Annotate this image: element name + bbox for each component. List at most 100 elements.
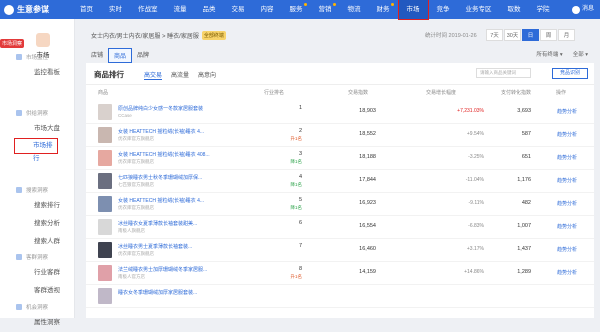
product-name-link[interactable]: 法兰绒睡衣男士加厚珊瑚绒冬季家居服... <box>118 266 228 273</box>
sidebar-item[interactable]: 市场排行 <box>14 138 58 162</box>
sidebar-item[interactable]: 搜索分析 <box>0 215 75 233</box>
trade-index: 18,552 <box>359 131 376 137</box>
nav-item-11[interactable]: 市场 <box>397 0 429 20</box>
product-thumbnail[interactable] <box>98 196 112 212</box>
sidebar-item[interactable]: 属性洞察 <box>0 314 75 332</box>
product-name-link[interactable]: 冰丝睡衣男士夏季薄款长袖套装... <box>118 243 228 250</box>
table-row: 七匹狼睡衣男士秋冬季珊瑚绒加厚保... 七匹狼官方旗舰店 4 降1名 17,844 -11… <box>86 170 594 193</box>
sidebar-item[interactable]: 行业客群 <box>0 264 75 282</box>
product-name-link[interactable]: 女装 HEATTECH 摇粒绒(长袖)睡衣 4... <box>118 128 228 135</box>
product-thumbnail[interactable] <box>98 288 112 304</box>
conversion-index: 3,693 <box>517 108 531 114</box>
group-title-text: 机会洞察 <box>26 305 49 311</box>
range-tab[interactable]: 月 <box>558 29 575 41</box>
column-header: 操作 <box>556 90 567 96</box>
column-header: 支付转化指数 <box>501 90 532 96</box>
product-search-input[interactable]: 请输入商品关键词 <box>476 68 531 78</box>
group-icon <box>16 110 22 116</box>
group-title-text: 搜索洞察 <box>26 188 49 194</box>
product-thumbnail[interactable] <box>98 242 112 258</box>
filter-dropdown[interactable]: 全部 ▾ <box>573 50 588 58</box>
ranking-type-tabs: 店铺 商品 品牌 <box>86 48 154 63</box>
filter-dropdown[interactable]: 所有终端 ▾ <box>536 50 562 58</box>
group-title-text: 客群洞察 <box>26 255 49 261</box>
sidebar-item[interactable]: 搜索人群 <box>0 233 75 251</box>
user-menu[interactable]: 消息 <box>571 0 594 19</box>
nav-item-15[interactable]: 学院 <box>529 0 558 19</box>
trade-growth: +14.86% <box>464 269 484 275</box>
trend-analysis-link[interactable]: 趋势分析 <box>557 154 577 161</box>
sidebar-item[interactable]: 客群透视 <box>0 282 75 300</box>
trade-index: 16,923 <box>359 200 376 206</box>
trend-analysis-link[interactable]: 趋势分析 <box>557 177 577 184</box>
nav-item-6[interactable]: 内容 <box>253 0 282 19</box>
product-thumbnail[interactable] <box>98 219 112 235</box>
product-thumbnail[interactable] <box>98 265 112 281</box>
nav-item-1[interactable]: 实时 <box>101 0 130 19</box>
product-thumbnail[interactable] <box>98 127 112 143</box>
sidebar-group-title: 搜索洞察 <box>0 183 75 197</box>
table-header: 商品 行业排名 交易指数 交易增长幅度 支付转化指数 操作 <box>86 89 594 99</box>
nav-item-8[interactable]: 营销 <box>311 0 340 19</box>
product-thumbnail[interactable] <box>98 173 112 189</box>
trade-index: 17,844 <box>359 177 376 183</box>
product-name-link[interactable]: 女装 HEATTECH 摇粒绒(长袖)睡衣 4... <box>118 197 228 204</box>
trend-analysis-link[interactable]: 趋势分析 <box>557 246 577 253</box>
product-thumbnail[interactable] <box>98 150 112 166</box>
conversion-index: 1,007 <box>517 223 531 229</box>
range-tab[interactable]: 7天 <box>486 29 503 41</box>
product-thumbnail[interactable] <box>98 104 112 120</box>
app-logo[interactable]: 生意参谋 <box>0 4 72 15</box>
range-tab[interactable]: 周 <box>540 29 557 41</box>
trade-index: 18,903 <box>359 108 376 114</box>
table-row: 法兰绒睡衣男士加厚珊瑚绒冬季家居服... 南极人官方店 8 升1名 14,159 +14.… <box>86 262 594 285</box>
trade-index: 18,188 <box>359 154 376 160</box>
product-name-link[interactable]: 冰丝睡衣女夏季薄款长袖套装甜美... <box>118 220 228 227</box>
product-name-link[interactable]: 睡衣女冬季珊瑚绒加厚家居服套装... <box>118 289 228 296</box>
nav-item-10[interactable]: 财务 <box>369 0 398 19</box>
nav-item-0[interactable]: 首页 <box>72 0 101 19</box>
product-name-link[interactable]: 原创品牌纯白少女感一冬款家居服套装 <box>118 105 228 112</box>
nav-item-14[interactable]: 取数 <box>500 0 529 19</box>
sub-tab[interactable]: 高意向 <box>198 70 216 80</box>
sidebar-item[interactable]: 市场大盘 <box>0 120 75 138</box>
sidebar-group: 机会洞察 属性洞察 <box>0 300 75 332</box>
competitor-identify-button[interactable]: 竞品识别 <box>552 68 588 79</box>
trade-growth: +3.17% <box>466 246 484 252</box>
tab-商品[interactable]: 商品 <box>108 48 133 63</box>
column-header: 行业排名 <box>264 90 285 96</box>
conversion-index: 1,289 <box>517 269 531 275</box>
nav-item-12[interactable]: 竞争 <box>429 0 458 19</box>
product-name-link[interactable]: 女装 HEATTECH 摇粒绒(长袖)睡衣 408... <box>118 151 228 158</box>
tab-品牌[interactable]: 品牌 <box>132 48 154 63</box>
column-header: 交易增长幅度 <box>426 90 457 96</box>
product-name-link[interactable]: 七匹狼睡衣男士秋冬季珊瑚绒加厚保... <box>118 174 228 181</box>
sidebar-group-title: 供给洞察 <box>0 106 75 120</box>
trend-analysis-link[interactable]: 趋势分析 <box>557 269 577 276</box>
trend-analysis-link[interactable]: 趋势分析 <box>557 200 577 207</box>
nav-item-2[interactable]: 作战室 <box>130 0 166 19</box>
nav-item-7[interactable]: 服务 <box>282 0 311 19</box>
nav-item-13[interactable]: 业务专区 <box>458 0 500 19</box>
ranking-sub-tabs: 高交易 高流量 高意向 <box>144 70 225 80</box>
stat-date: 统计时间 2019-01-26 <box>425 33 477 39</box>
nav-item-9[interactable]: 物流 <box>340 0 369 19</box>
trend-analysis-link[interactable]: 趋势分析 <box>557 223 577 230</box>
sidebar-item[interactable]: 搜索排行 <box>0 197 75 215</box>
nav-item-3[interactable]: 流量 <box>166 0 195 19</box>
avatar <box>571 5 580 14</box>
industry-rank: 4 <box>298 174 302 180</box>
sub-tab[interactable]: 高流量 <box>171 70 189 80</box>
app-logo-text: 生意参谋 <box>17 5 49 14</box>
trend-analysis-link[interactable]: 趋势分析 <box>557 131 577 138</box>
trend-analysis-link[interactable]: 趋势分析 <box>557 108 577 115</box>
sidebar-item[interactable]: 监控看板 <box>0 64 75 82</box>
nav-item-5[interactable]: 交易 <box>224 0 253 19</box>
range-tab[interactable]: 日 <box>522 29 539 41</box>
range-tab[interactable]: 30天 <box>504 29 521 41</box>
table-row: 女装 HEATTECH 摇粒绒(长袖)睡衣 4... 优衣库官方旗舰店 5 降1名 16… <box>86 193 594 216</box>
tab-店铺[interactable]: 店铺 <box>86 48 108 63</box>
category-path[interactable]: 女士内衣/男士内衣/家居服 > 睡衣/家居服 <box>91 31 199 40</box>
sub-tab[interactable]: 高交易 <box>144 70 163 80</box>
nav-item-4[interactable]: 品类 <box>195 0 224 19</box>
